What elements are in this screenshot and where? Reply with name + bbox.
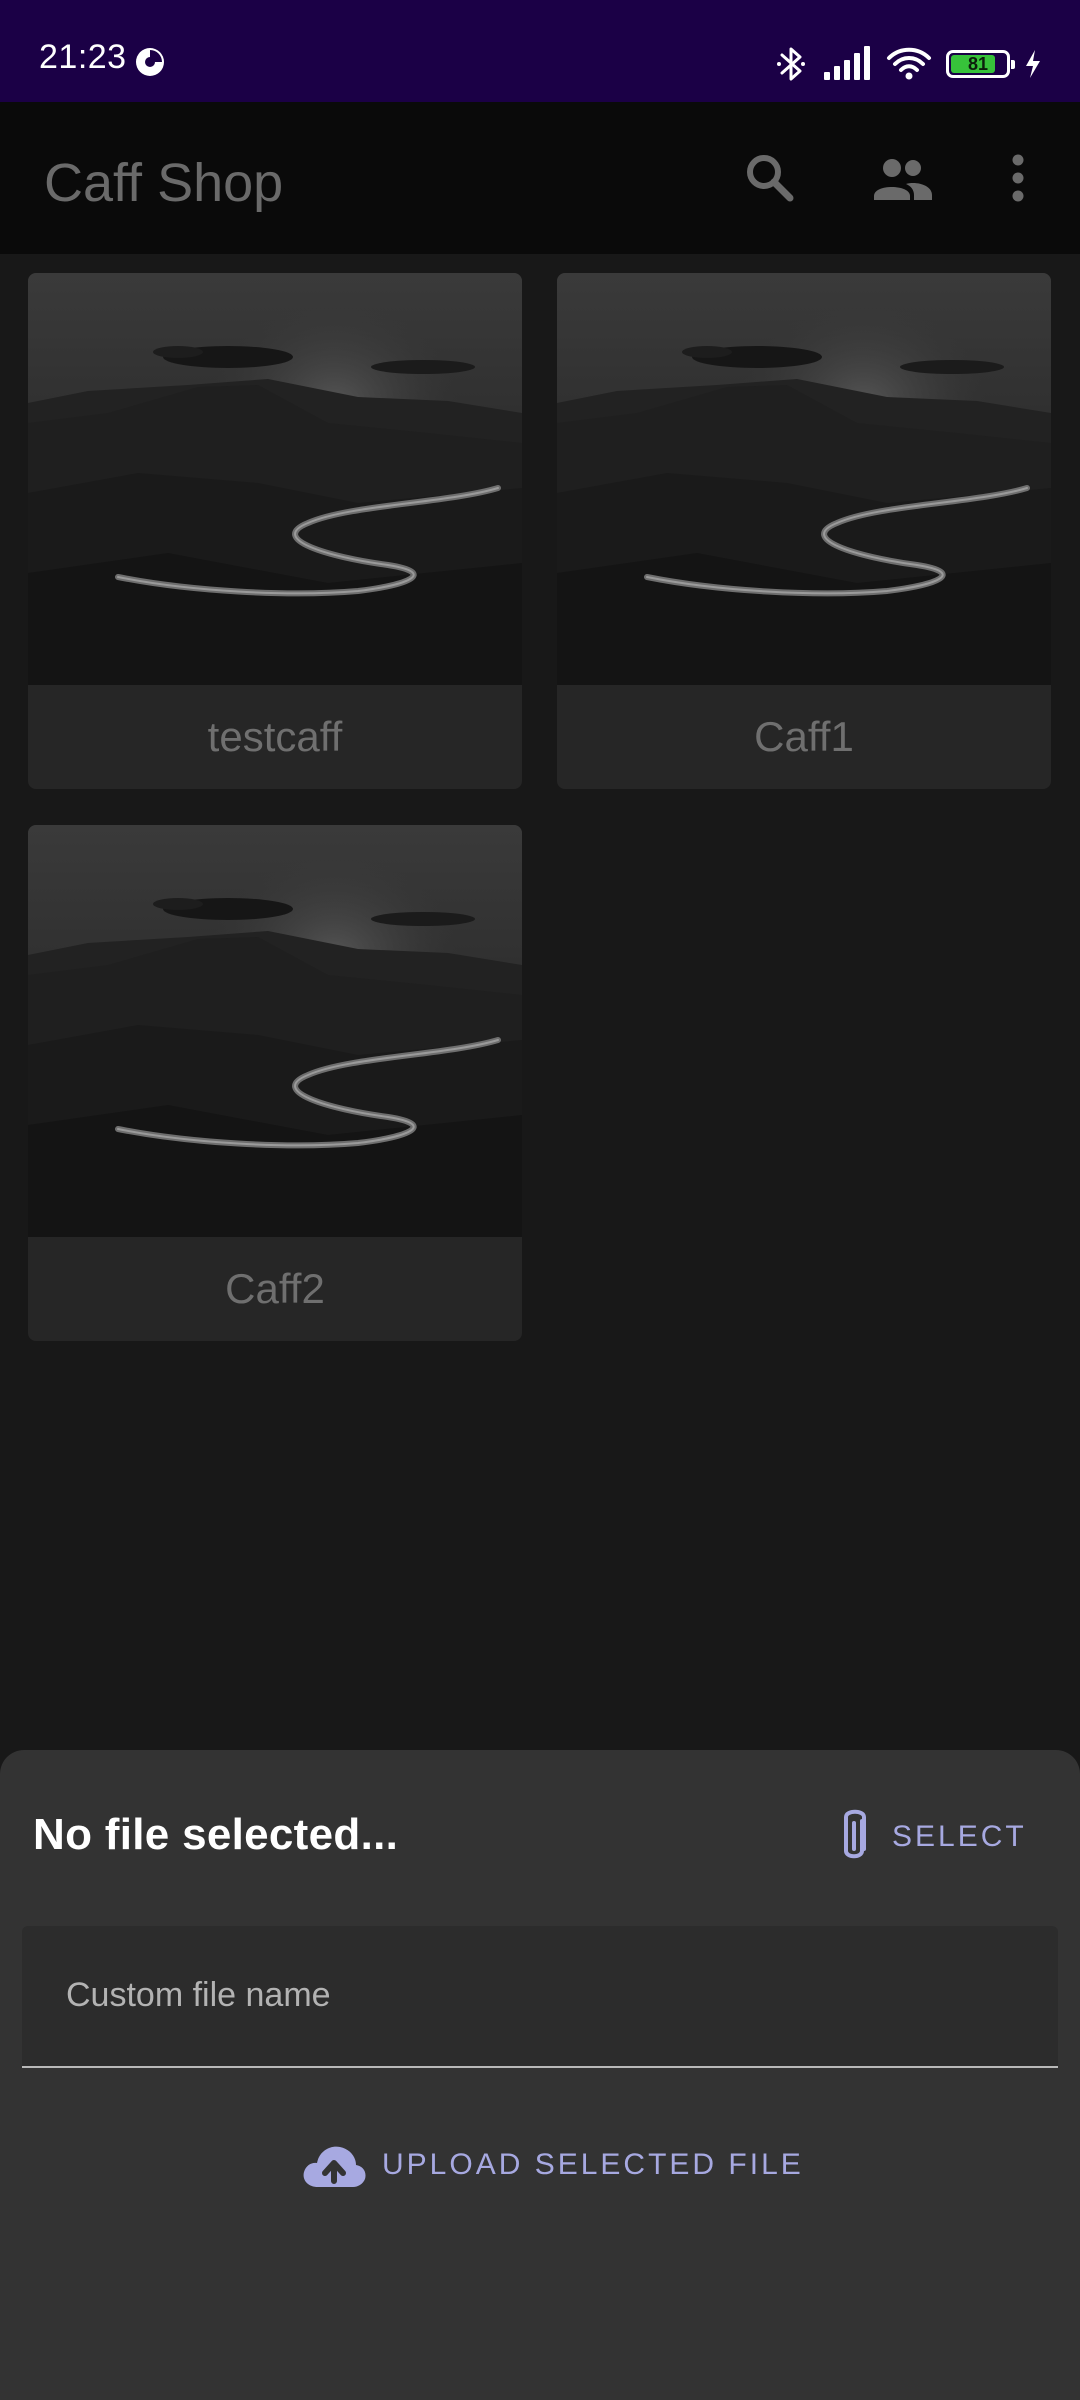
search-button[interactable] bbox=[738, 146, 802, 210]
upload-selected-file-button[interactable]: UPLOAD SELECTED FILE bbox=[300, 2125, 804, 2205]
selected-file-status: No file selected... bbox=[33, 1810, 399, 1859]
wifi-icon bbox=[887, 47, 931, 80]
attach-file-icon bbox=[844, 1809, 866, 1859]
app-bar: Caff Shop bbox=[0, 102, 1080, 254]
signal-icon bbox=[824, 46, 870, 80]
status-time: 21:23 bbox=[39, 38, 127, 76]
caff-card[interactable]: Caff1 bbox=[557, 273, 1051, 789]
upload-selected-file-label: UPLOAD SELECTED FILE bbox=[382, 2148, 804, 2181]
charging-icon bbox=[1026, 50, 1040, 78]
cloud-upload-icon bbox=[303, 2146, 366, 2187]
select-file-button[interactable]: SELECT bbox=[838, 1802, 1048, 1872]
caff-card-label: testcaff bbox=[207, 713, 343, 760]
more-options-button[interactable] bbox=[986, 146, 1050, 210]
search-icon bbox=[747, 155, 794, 202]
select-file-label: SELECT bbox=[892, 1820, 1027, 1853]
users-button[interactable] bbox=[870, 146, 934, 210]
data-saver-icon bbox=[136, 48, 164, 76]
caff-card[interactable]: testcaff bbox=[28, 273, 522, 789]
users-icon bbox=[874, 159, 932, 200]
caff-thumbnail-image bbox=[28, 273, 522, 685]
custom-file-name-input[interactable] bbox=[66, 1926, 1016, 2064]
custom-file-name-field[interactable] bbox=[22, 1926, 1058, 2068]
caff-thumbnail-image bbox=[557, 273, 1051, 685]
bluetooth-icon bbox=[777, 47, 805, 81]
status-bar: 21:23 81 bbox=[0, 0, 1080, 102]
caff-card-label: Caff1 bbox=[754, 713, 854, 760]
status-icons: 81 bbox=[774, 44, 1042, 84]
caff-card[interactable]: Caff2 bbox=[28, 825, 522, 1341]
upload-bottom-sheet: No file selected... SELECT UPLOAD SELECT… bbox=[0, 1750, 1080, 2400]
caff-thumbnail-image bbox=[28, 825, 522, 1237]
battery-icon: 81 bbox=[946, 50, 1015, 78]
battery-level: 81 bbox=[967, 53, 989, 74]
caff-card-label: Caff2 bbox=[225, 1265, 325, 1312]
more-vert-icon bbox=[1012, 154, 1024, 202]
app-title: Caff Shop bbox=[44, 153, 284, 213]
